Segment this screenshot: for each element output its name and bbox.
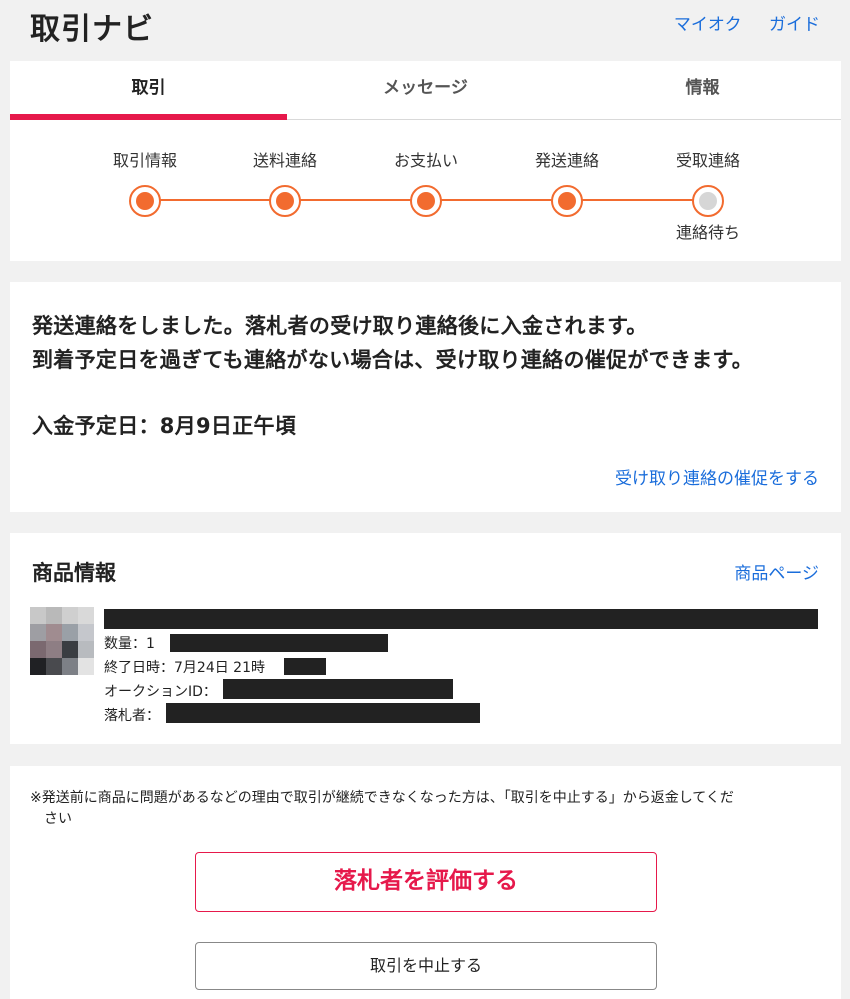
step-status-waiting: 連絡待ち (675, 223, 740, 242)
step-label-shipping-fee: 送料連絡 (252, 151, 317, 170)
disclaimer-line-2: さい (44, 811, 72, 827)
remind-receipt-link[interactable]: 受け取り連絡の催促をする (615, 464, 819, 489)
step-dot-shipping-fee (269, 185, 301, 217)
guide-link[interactable]: ガイド (769, 15, 820, 35)
auction-id: オークションID： (104, 684, 217, 700)
tab-messages[interactable]: メッセージ (287, 61, 564, 120)
cancel-disclaimer: ※発送前に商品に問題があるなどの理由で取引が継続できなくなった方は、「取引を中止… (30, 788, 825, 830)
quantity: 数量：1 (104, 636, 155, 652)
rate-winner-button[interactable]: 落札者を評価する (195, 852, 657, 912)
cancel-transaction-button[interactable]: 取引を中止する (195, 942, 657, 990)
disclaimer-line-1: ※発送前に商品に問題があるなどの理由で取引が継続できなくなった方は、「取引を中止… (30, 790, 734, 806)
redacted-end-time (284, 658, 326, 675)
myauction-link[interactable]: マイオク (674, 15, 742, 35)
tab-bar: 取引 メッセージ 情報 (10, 61, 841, 120)
redacted-auction-id (223, 679, 453, 699)
tab-info[interactable]: 情報 (564, 61, 841, 120)
step-dot-shipping-notice (551, 185, 583, 217)
page-header: 取引ナビ マイオク ガイド (0, 0, 850, 50)
item-info-card: 商品情報 商品ページ 数量：1 終了日時：7月24日 21時 オークションID：… (10, 533, 841, 744)
winner: 落札者： (104, 708, 160, 724)
page-title: 取引ナビ (30, 12, 154, 47)
redacted-item-title (104, 609, 818, 629)
step-dot-transaction-info (129, 185, 161, 217)
redacted-winner (166, 703, 480, 723)
actions-card: ※発送前に商品に問題があるなどの理由で取引が継続できなくなった方は、「取引を中止… (10, 766, 841, 999)
item-thumbnail[interactable] (30, 607, 94, 675)
step-label-payment: お支払い (393, 151, 458, 170)
tab-transaction[interactable]: 取引 (10, 61, 287, 120)
transaction-status-card: 取引 メッセージ 情報 取引情報 送料連絡 お支払い 発送連絡 受取連絡 連絡待… (10, 61, 841, 261)
notice-shipped-message: 発送連絡をしました。落札者の受け取り連絡後に入金されます。 (32, 314, 648, 338)
notice-card: 発送連絡をしました。落札者の受け取り連絡後に入金されます。 到着予定日を過ぎても… (10, 282, 841, 512)
step-dot-payment (410, 185, 442, 217)
step-label-shipping-notice: 発送連絡 (534, 151, 599, 170)
end-date: 終了日時：7月24日 21時 (104, 660, 265, 676)
item-info-heading: 商品情報 (32, 561, 116, 585)
notice-reminder-message: 到着予定日を過ぎても連絡がない場合は、受け取り連絡の催促ができます。 (32, 348, 754, 372)
step-label-transaction-info: 取引情報 (112, 151, 177, 170)
step-dot-receipt-notice (692, 185, 724, 217)
item-page-link[interactable]: 商品ページ (734, 559, 819, 584)
active-tab-indicator (10, 114, 287, 120)
header-links: マイオク ガイド (652, 10, 820, 35)
redacted-quantity-detail (170, 634, 388, 652)
payment-date: 入金予定日：8月9日正午頃 (32, 414, 297, 438)
step-label-receipt-notice: 受取連絡 (675, 151, 740, 170)
